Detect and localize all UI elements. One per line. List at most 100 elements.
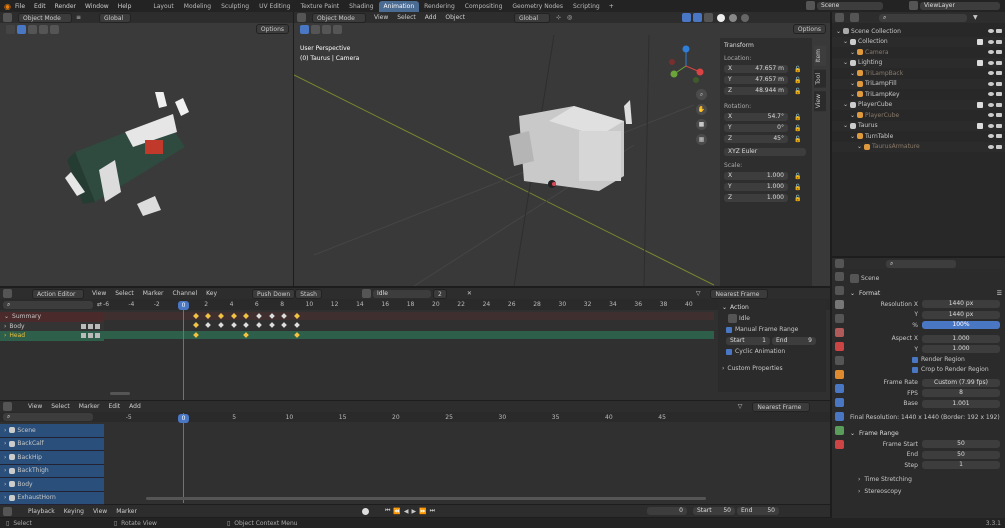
action-editor-menu-view[interactable]: View	[92, 290, 106, 297]
keyframe-diamond[interactable]	[218, 322, 224, 328]
keyframe-diamond[interactable]	[192, 322, 199, 328]
fps-field[interactable]: 8	[922, 389, 1000, 398]
expand-arrow-icon[interactable]: ⌄	[843, 122, 848, 129]
outliner-row[interactable]: ⌄ Collection	[832, 36, 1005, 47]
resolution-percentage-field[interactable]: 100%	[922, 321, 1000, 330]
exclude-checkbox[interactable]	[977, 59, 983, 66]
timeline-menu-marker[interactable]: Marker	[116, 508, 137, 515]
npanel-tab-view[interactable]: View	[814, 91, 826, 112]
jump-start-icon[interactable]: ⏮	[385, 507, 390, 515]
track-search-input[interactable]: ⌕	[3, 413, 93, 421]
properties-editor-icon[interactable]	[835, 259, 844, 268]
render-camera-icon[interactable]	[996, 102, 1002, 107]
render-camera-icon[interactable]	[996, 81, 1002, 86]
filter-icon[interactable]: ▼	[973, 14, 978, 21]
grid-ortho-icon[interactable]: ▦	[696, 134, 707, 145]
nla-track-scene[interactable]: › Scene	[0, 424, 104, 438]
gizmo-icon[interactable]	[682, 13, 692, 22]
aspect-y-field[interactable]: 1.000	[922, 345, 1000, 354]
expand-arrow-icon[interactable]: ›	[4, 467, 6, 474]
constraint-tab-icon[interactable]	[835, 412, 844, 421]
rot-z-field[interactable]: Z 45°	[724, 135, 788, 143]
modifier-tab-icon[interactable]	[835, 384, 844, 393]
output-tab-icon[interactable]	[835, 300, 844, 309]
loc-y-field[interactable]: Y 47.657 m	[724, 76, 788, 84]
select-box-icon[interactable]	[300, 24, 309, 34]
world-tab-icon[interactable]	[835, 342, 844, 351]
scl-lock-icon[interactable]: 🔓	[794, 184, 801, 191]
scl-lock-icon[interactable]: 🔓	[794, 173, 801, 180]
workspace-tab-compositing[interactable]: Compositing	[460, 1, 508, 12]
workspace-tab-rendering[interactable]: Rendering	[419, 1, 460, 12]
expand-arrow-icon[interactable]: ›	[4, 454, 6, 461]
outliner-row[interactable]: ⌄ Lighting	[832, 57, 1005, 68]
push-down-button[interactable]: Push Down	[252, 288, 296, 299]
rot-x-field[interactable]: X 54.7°	[724, 113, 788, 121]
top-menu-edit[interactable]: Edit	[34, 3, 46, 10]
shading-rendered-icon[interactable]	[741, 13, 750, 22]
outliner-editor-icon[interactable]	[835, 13, 844, 22]
rotation-mode-dropdown[interactable]: XYZ Euler	[724, 148, 806, 156]
expand-arrow-icon[interactable]: ›	[4, 427, 6, 434]
xray-icon[interactable]	[704, 13, 714, 22]
exclude-checkbox[interactable]	[977, 122, 983, 129]
current-frame-indicator[interactable]: 0	[178, 301, 189, 310]
main-viewport[interactable]: Object Mode View Select Add Object Global ⊹…	[294, 12, 830, 286]
overlay-icon[interactable]	[693, 13, 703, 22]
loc-lock-icon[interactable]: 🔓	[794, 77, 801, 84]
loc-x-field[interactable]: X 47.657 m	[724, 65, 788, 73]
custom-properties-panel[interactable]: Custom Properties	[727, 365, 782, 372]
render-camera-icon[interactable]	[996, 123, 1002, 128]
workspace-tab-sculpting[interactable]: Sculpting	[216, 1, 254, 12]
nla-menu-edit[interactable]: Edit	[109, 403, 121, 410]
viewport-menu-add[interactable]: Add	[425, 14, 437, 21]
zoom-icon[interactable]: ⌕	[696, 89, 707, 100]
expand-arrow-icon[interactable]: ›	[4, 494, 6, 501]
expand-arrow-icon[interactable]: ⌄	[843, 38, 848, 45]
timeline-menu-playback[interactable]: Playback	[28, 508, 55, 515]
visibility-eye-icon[interactable]	[988, 29, 994, 34]
scl-lock-icon[interactable]: 🔓	[794, 195, 801, 202]
nla-menu-view[interactable]: View	[28, 403, 42, 410]
mode-dropdown[interactable]: Object Mode	[18, 12, 72, 23]
outliner-row[interactable]: ⌄ TriLampBack	[832, 68, 1005, 79]
viewlayer-name[interactable]: ViewLayer	[920, 1, 1000, 10]
render-camera-icon[interactable]	[996, 71, 1002, 76]
outliner-row[interactable]: ⌄ TriLampFill	[832, 78, 1005, 89]
nla-playhead-line[interactable]	[183, 413, 184, 503]
proportional-edit-icon[interactable]: ◎	[567, 14, 572, 21]
render-camera-icon[interactable]	[996, 113, 1002, 118]
expand-arrow-icon[interactable]: ⌄	[4, 313, 9, 320]
select-box-icon[interactable]	[17, 24, 26, 34]
action-editor-menu-marker[interactable]: Marker	[143, 290, 164, 297]
options-button[interactable]: Options	[792, 24, 826, 34]
select-extend-icon[interactable]	[311, 24, 320, 34]
pan-hand-icon[interactable]: ✋	[696, 104, 707, 115]
nla-track-backhip[interactable]: › BackHip	[0, 451, 104, 465]
expand-arrow-icon[interactable]: ⌄	[843, 59, 848, 66]
blender-logo-icon[interactable]: ◉	[4, 2, 11, 11]
nla-menu-add[interactable]: Add	[129, 403, 141, 410]
playhead-line[interactable]	[183, 301, 184, 400]
close-action-icon[interactable]: ✕	[467, 290, 472, 297]
action-start-field[interactable]: Start 1	[726, 336, 770, 345]
top-menu-render[interactable]: Render	[55, 3, 76, 10]
render-camera-icon[interactable]	[996, 134, 1002, 139]
record-icon[interactable]	[361, 507, 369, 515]
lock-icon[interactable]	[95, 333, 100, 339]
physics-tab-icon[interactable]	[835, 398, 844, 407]
lock-icon[interactable]	[95, 323, 100, 329]
dopesheet-channel-summary[interactable]: ⌄ Summary	[0, 312, 104, 322]
render-camera-icon[interactable]	[996, 29, 1002, 34]
workspace-tab-scripting[interactable]: Scripting	[568, 1, 605, 12]
manual-frame-range-checkbox[interactable]	[726, 326, 732, 333]
exclude-checkbox[interactable]	[977, 101, 983, 108]
visibility-eye-icon[interactable]	[988, 71, 994, 76]
dopesheet-channel-body[interactable]: › Body	[0, 321, 104, 331]
snap-mode-dropdown[interactable]: Nearest Frame	[710, 288, 769, 299]
expand-arrow-icon[interactable]: ›	[4, 332, 6, 339]
play-icon[interactable]	[6, 24, 15, 34]
action-editor-menu-key[interactable]: Key	[206, 290, 217, 297]
outliner-search-input[interactable]: ⌕	[879, 13, 967, 22]
viewlayer-selector[interactable]: ViewLayer	[909, 1, 1000, 10]
